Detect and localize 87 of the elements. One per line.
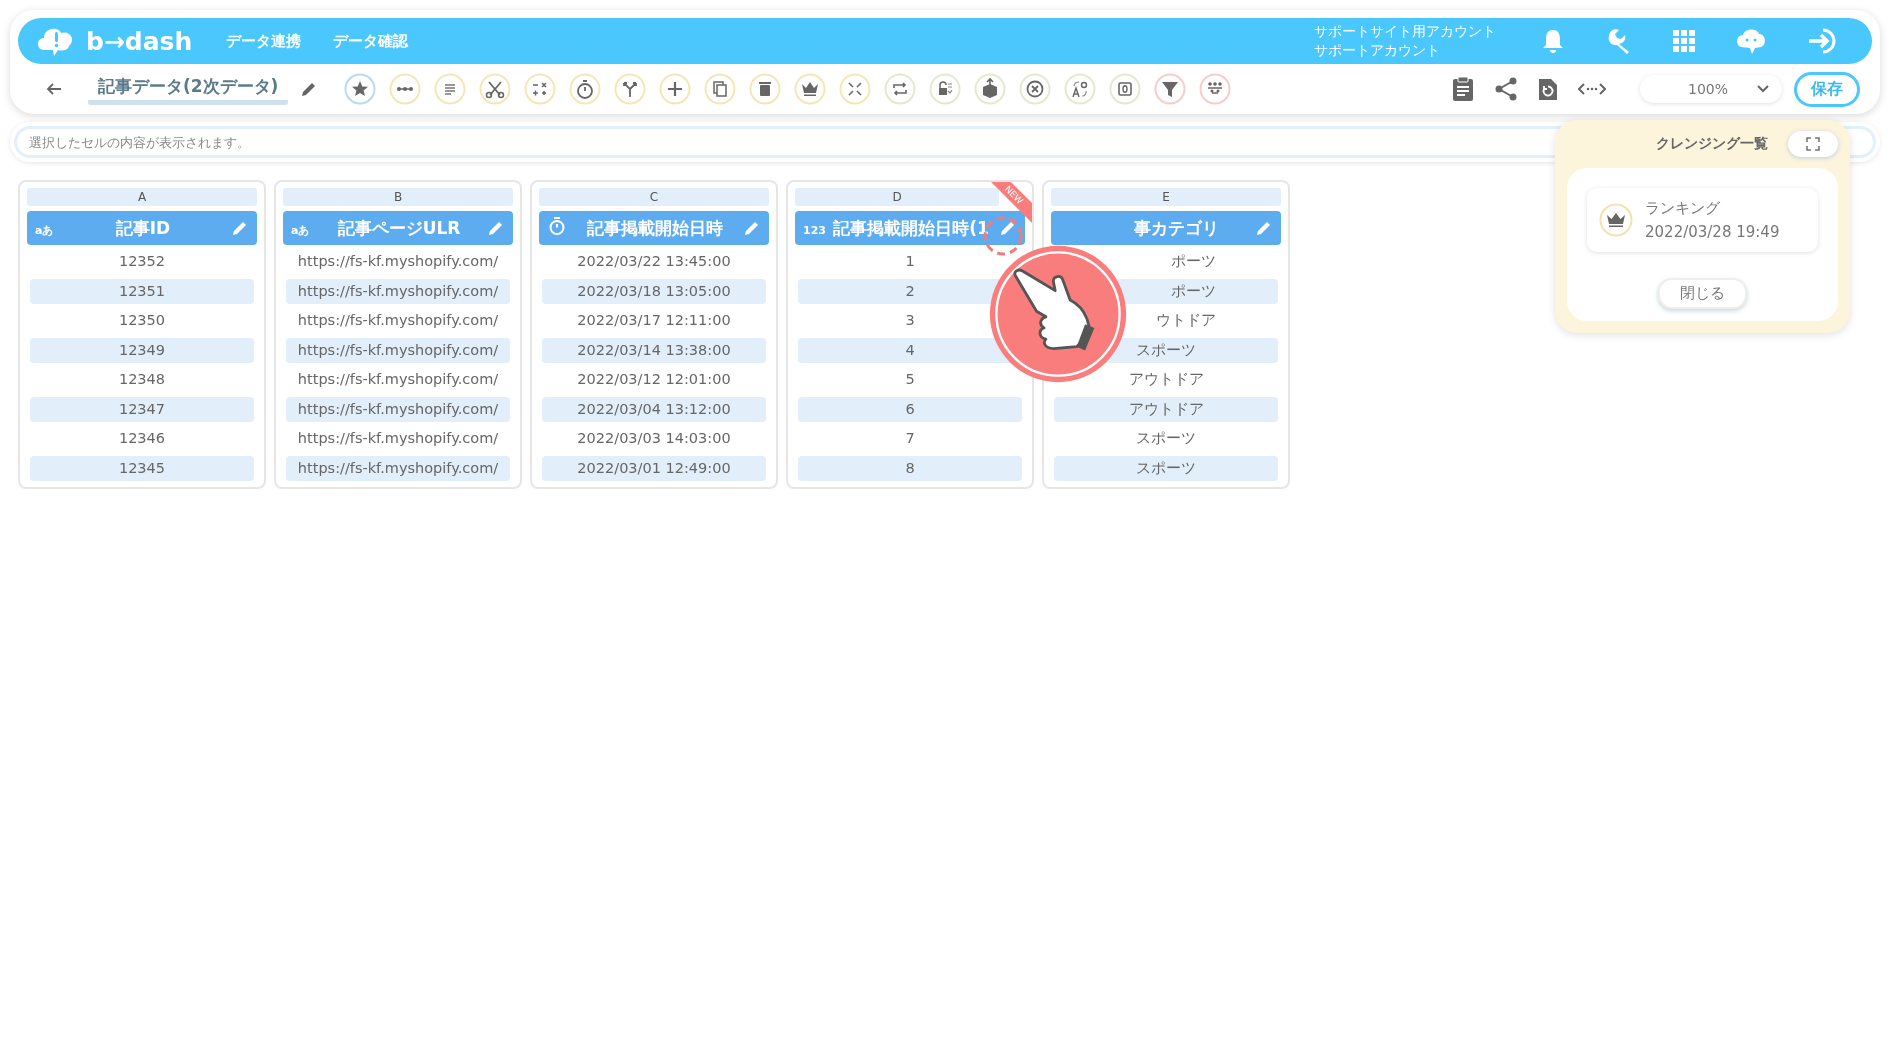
table-cell[interactable]: https://fs-kf.myshopify.com/ — [286, 367, 510, 392]
pencil-icon[interactable] — [999, 219, 1017, 237]
table-cell[interactable]: 5 — [798, 367, 1022, 392]
data-title[interactable]: 記事データ(2次データ) — [88, 73, 289, 105]
table-cell[interactable]: https://fs-kf.myshopify.com/ — [286, 396, 510, 422]
table-cell[interactable]: 2022/03/18 13:05:00 — [542, 278, 766, 304]
column-name: 記事ID — [114, 216, 172, 240]
compress-icon[interactable] — [839, 73, 872, 105]
pencil-icon[interactable] — [1255, 219, 1273, 237]
dots-icon[interactable] — [389, 73, 422, 105]
file-refresh-icon[interactable] — [1537, 77, 1558, 101]
item-date: 2022/03/28 19:49 — [1645, 222, 1780, 243]
table-cell[interactable]: 2022/03/17 12:11:00 — [542, 308, 766, 333]
back-arrow-icon[interactable] — [46, 82, 62, 96]
code-arrows-icon[interactable] — [1577, 81, 1606, 97]
table-cell[interactable]: 2022/03/22 13:45:00 — [542, 249, 766, 274]
calculator-icon[interactable] — [524, 73, 557, 105]
x-circle-icon[interactable] — [1019, 73, 1052, 105]
lock-icon[interactable] — [929, 73, 962, 105]
table-cell[interactable]: 12346 — [30, 426, 254, 451]
table-cell[interactable]: 2022/03/03 14:03:00 — [542, 426, 766, 451]
table-cell[interactable]: https://fs-kf.myshopify.com/ — [286, 308, 510, 333]
type-label: 123 — [803, 223, 826, 237]
column-name: 記事ページULR — [336, 216, 462, 240]
column-name: 事カテゴリ — [1133, 216, 1220, 240]
trash-icon[interactable] — [749, 73, 782, 105]
table-cell[interactable]: 7 — [798, 426, 1022, 451]
table-cell[interactable]: 12348 — [30, 367, 254, 392]
share-icon[interactable] — [1493, 77, 1518, 101]
table-cell[interactable]: https://fs-kf.myshopify.com/ — [286, 337, 510, 363]
column-letter[interactable]: D — [795, 188, 999, 206]
expand-button[interactable] — [1788, 131, 1838, 157]
crown-icon — [1599, 203, 1633, 237]
box-upload-icon[interactable] — [974, 73, 1007, 105]
close-button[interactable]: 閉じる — [1658, 278, 1747, 309]
table-cell[interactable]: 12347 — [30, 396, 254, 422]
scissors-icon[interactable] — [479, 73, 512, 105]
item-name: ランキング — [1645, 198, 1721, 219]
chevron-down-icon — [1756, 84, 1770, 94]
table-cell[interactable]: 12352 — [30, 249, 254, 274]
account-name: サポートサイト用アカウント — [1314, 22, 1496, 41]
translate-icon[interactable] — [1064, 73, 1097, 105]
stopwatch-icon[interactable] — [569, 73, 602, 105]
filter-icon[interactable] — [1154, 73, 1187, 105]
panel-title: クレンジング一覧 — [1656, 135, 1768, 153]
table-cell[interactable]: 2022/03/04 13:12:00 — [542, 396, 766, 422]
pencil-icon[interactable] — [231, 219, 249, 237]
clipboard-icon[interactable] — [1451, 76, 1474, 102]
account-name: サポートアカウント — [1314, 41, 1441, 60]
people-icon[interactable] — [1199, 73, 1232, 105]
copy-icon[interactable] — [704, 73, 737, 105]
table-cell[interactable]: 2022/03/14 13:38:00 — [542, 337, 766, 363]
lines-icon[interactable] — [434, 73, 467, 105]
table-cell[interactable]: 2022/03/12 12:01:00 — [542, 367, 766, 392]
table-cell[interactable]: https://fs-kf.myshopify.com/ — [286, 455, 510, 481]
column-name: 記事掲載開始日時(1 — [832, 216, 990, 240]
column-name: 記事掲載開始日時 — [586, 216, 724, 240]
table-cell[interactable]: 12350 — [30, 308, 254, 333]
zero-box-icon[interactable] — [1109, 73, 1142, 105]
table-cell[interactable]: https://fs-kf.myshopify.com/ — [286, 426, 510, 451]
table-cell[interactable]: 12345 — [30, 455, 254, 481]
table-cell[interactable]: アウトドア — [1054, 396, 1278, 422]
stopwatch-icon — [547, 216, 567, 236]
type-label: aあ — [291, 223, 310, 237]
crown-icon[interactable] — [794, 73, 827, 105]
table-cell[interactable]: https://fs-kf.myshopify.com/ — [286, 278, 510, 304]
table-cell[interactable]: 6 — [798, 396, 1022, 422]
column-letter[interactable]: B — [283, 188, 513, 206]
table-cell[interactable]: 12349 — [30, 337, 254, 363]
fullscreen-icon — [1806, 137, 1820, 151]
column-letter[interactable]: C — [539, 188, 769, 206]
type-label: aあ — [35, 223, 54, 237]
zoom-dropdown[interactable]: 100% — [1639, 75, 1782, 103]
pencil-icon[interactable] — [487, 219, 505, 237]
column-letter[interactable]: A — [27, 188, 257, 206]
table-cell[interactable]: スポーツ — [1054, 455, 1278, 481]
plus-icon[interactable] — [659, 73, 692, 105]
table-cell[interactable]: スポーツ — [1054, 426, 1278, 451]
cleansing-item[interactable]: ランキング 2022/03/28 19:49 — [1587, 188, 1818, 252]
table-cell[interactable]: https://fs-kf.myshopify.com/ — [286, 249, 510, 274]
table-cell[interactable]: 8 — [798, 455, 1022, 481]
pencil-icon[interactable] — [743, 219, 761, 237]
table-cell[interactable]: 2022/03/01 12:49:00 — [542, 455, 766, 481]
table-cell[interactable]: 12351 — [30, 278, 254, 304]
repeat-icon[interactable] — [884, 73, 917, 105]
logo-text: b→dash — [86, 26, 193, 56]
column-letter[interactable]: E — [1051, 188, 1281, 206]
